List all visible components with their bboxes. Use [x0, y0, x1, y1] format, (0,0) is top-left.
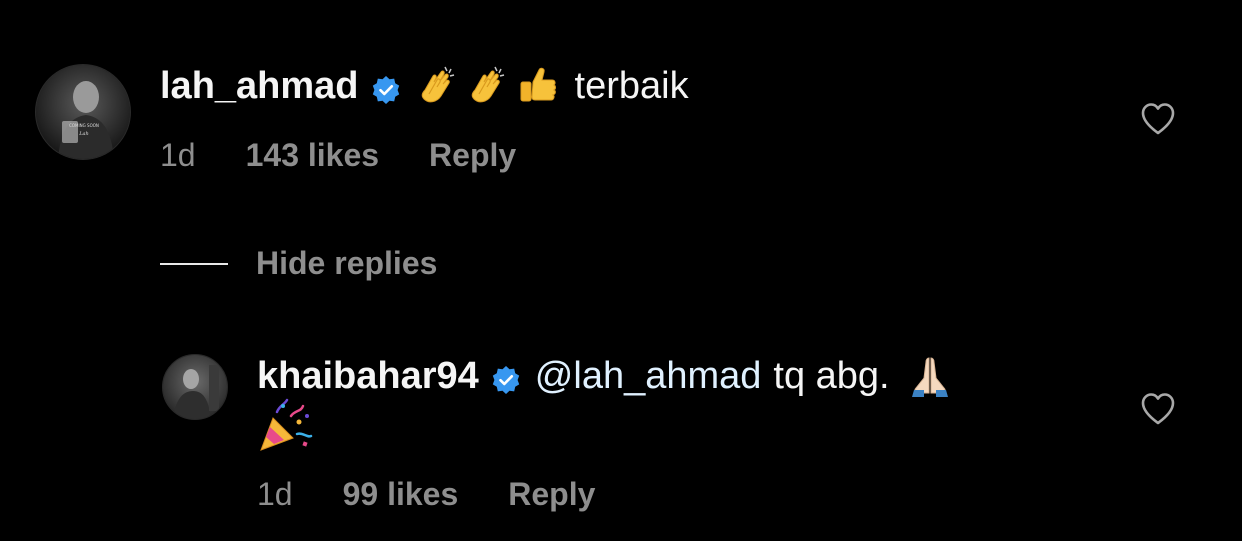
- hide-replies-button[interactable]: Hide replies: [160, 245, 437, 282]
- folded-hands-icon: [908, 354, 952, 398]
- hide-replies-divider: [160, 262, 228, 265]
- reply-likes[interactable]: 99 likes: [343, 476, 459, 513]
- like-heart-icon[interactable]: [1140, 392, 1176, 426]
- username-khaibahar94[interactable]: khaibahar94: [257, 354, 479, 398]
- reply-time: 1d: [257, 476, 293, 512]
- avatar-image: [163, 355, 227, 419]
- svg-text:Lah: Lah: [78, 131, 89, 137]
- comment-time: 1d: [160, 137, 196, 173]
- hide-replies-label: Hide replies: [256, 245, 438, 281]
- reply-text: tq abg.: [773, 355, 890, 397]
- username-lah-ahmad[interactable]: lah_ahmad: [160, 64, 359, 108]
- thumbs-up-icon: [515, 64, 559, 108]
- avatar-khaibahar94[interactable]: [162, 354, 228, 420]
- party-popper-icon: [257, 398, 313, 454]
- clapping-hands-icon: [465, 64, 509, 108]
- reply-button[interactable]: Reply: [429, 137, 516, 174]
- avatar-image: COMING SOON Lah: [36, 65, 130, 159]
- avatar-lah-ahmad[interactable]: COMING SOON Lah: [35, 64, 131, 160]
- comment-text: terbaik: [574, 65, 689, 107]
- reply-button[interactable]: Reply: [508, 476, 595, 513]
- comment-meta: 1d 143 likes Reply: [160, 137, 516, 174]
- mention-link[interactable]: @lah_ahmad: [535, 354, 762, 398]
- like-heart-icon[interactable]: [1140, 102, 1176, 136]
- clapping-hands-icon: [415, 64, 459, 108]
- reply-line: khaibahar94 @lah_ahmad tq abg.: [257, 354, 958, 398]
- verified-badge-icon: [371, 71, 401, 104]
- verified-badge-icon: [491, 361, 521, 394]
- comment-line: lah_ahmad terbaik: [160, 64, 689, 108]
- svg-text:COMING SOON: COMING SOON: [69, 123, 99, 128]
- comment-likes[interactable]: 143 likes: [246, 137, 379, 174]
- reply-meta: 1d 99 likes Reply: [257, 476, 595, 513]
